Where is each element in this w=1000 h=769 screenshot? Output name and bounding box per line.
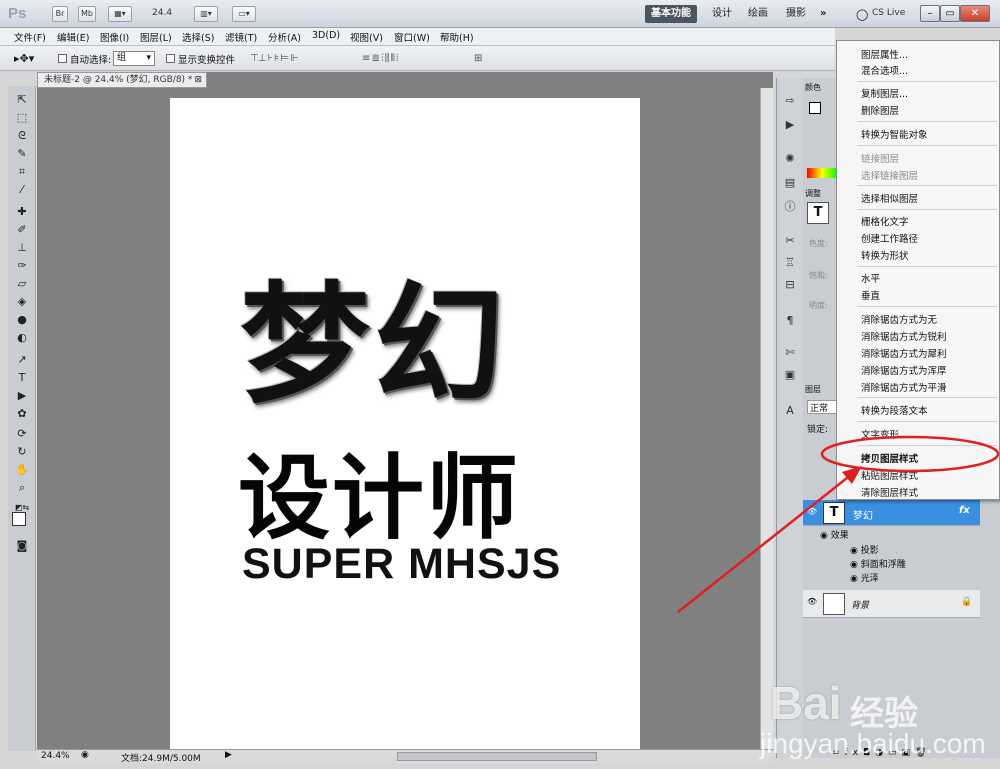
baidu-watermark-url: jingyan.baidu.com	[760, 728, 986, 759]
annotation-ellipse	[820, 435, 1000, 473]
baidu-watermark: Bai	[770, 677, 842, 729]
annotation-arrowhead	[842, 466, 862, 484]
annotation-overlay	[677, 435, 1000, 613]
annotation-arrow	[677, 473, 853, 613]
